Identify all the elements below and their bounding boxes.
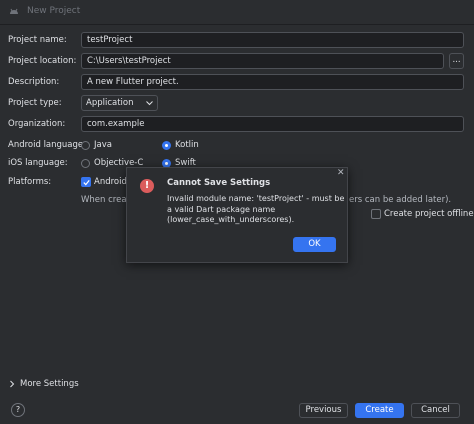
project-location-input[interactable]: C:\Users\testProject bbox=[81, 53, 444, 69]
platforms-label: Platforms: bbox=[8, 177, 52, 187]
close-icon[interactable]: ✕ bbox=[337, 168, 345, 178]
dialog-message-line: Invalid module name: 'testProject' - mus… bbox=[167, 194, 345, 203]
create-button[interactable]: Create bbox=[355, 403, 404, 418]
radio-java-label: Java bbox=[94, 140, 112, 150]
browse-button[interactable]: ... bbox=[449, 53, 464, 69]
android-icon bbox=[10, 8, 18, 14]
chevron-right-icon[interactable] bbox=[9, 380, 15, 388]
radio-kotlin-label: Kotlin bbox=[175, 140, 199, 150]
android-language-label: Android language: bbox=[8, 140, 87, 150]
more-settings-toggle[interactable]: More Settings bbox=[20, 379, 79, 389]
organization-label: Organization: bbox=[8, 119, 66, 129]
cancel-button[interactable]: Cancel bbox=[411, 403, 460, 418]
checkbox-android[interactable] bbox=[81, 177, 91, 187]
error-dialog: ! Cannot Save Settings ✕ Invalid module … bbox=[126, 167, 348, 263]
description-input[interactable]: A new Flutter project. bbox=[81, 74, 464, 90]
project-location-label: Project location: bbox=[8, 56, 77, 66]
ok-button[interactable]: OK bbox=[293, 237, 336, 252]
project-name-input[interactable]: testProject bbox=[81, 32, 464, 48]
project-name-label: Project name: bbox=[8, 35, 67, 45]
dialog-title: Cannot Save Settings bbox=[167, 178, 271, 188]
checkbox-create-offline[interactable] bbox=[371, 209, 381, 219]
ios-language-label: iOS language: bbox=[8, 158, 68, 168]
project-type-select[interactable]: Application bbox=[81, 95, 158, 111]
previous-button[interactable]: Previous bbox=[299, 403, 348, 418]
help-button[interactable]: ? bbox=[11, 403, 25, 417]
checkbox-android-label: Android bbox=[94, 177, 127, 187]
error-icon: ! bbox=[140, 179, 154, 193]
radio-java[interactable] bbox=[81, 141, 90, 150]
project-type-value: Application bbox=[86, 98, 134, 108]
checkmark-icon bbox=[83, 180, 90, 186]
title-divider bbox=[0, 24, 474, 25]
organization-input[interactable]: com.example bbox=[81, 116, 464, 132]
radio-kotlin[interactable] bbox=[162, 141, 171, 150]
window-title: New Project bbox=[27, 6, 81, 16]
dialog-message-line: a valid Dart package name bbox=[167, 204, 276, 214]
chevron-down-icon bbox=[146, 101, 153, 106]
create-offline-label: Create project offline bbox=[384, 209, 474, 219]
platforms-note: When creat bbox=[81, 195, 130, 205]
project-type-label: Project type: bbox=[8, 98, 62, 108]
radio-objective-c[interactable] bbox=[81, 159, 90, 168]
description-label: Description: bbox=[8, 77, 60, 87]
platforms-note-end: ers can be added later). bbox=[349, 195, 452, 205]
dialog-message-line: (lower_case_with_underscores). bbox=[167, 215, 295, 224]
dialog-message: Invalid module name: 'testProject' - mus… bbox=[167, 194, 344, 226]
